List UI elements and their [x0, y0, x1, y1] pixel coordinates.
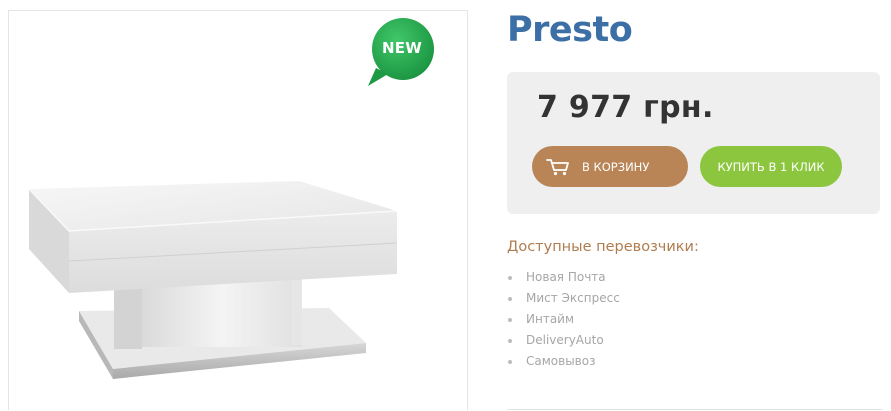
carrier-item: Мист Экспресс	[507, 288, 620, 309]
cart-icon	[546, 158, 569, 175]
add-to-cart-button[interactable]: в корзину	[532, 146, 688, 187]
carriers-list: Новая Почта Мист Экспресс Интайм Deliver…	[507, 267, 620, 372]
carrier-item: Интайм	[507, 309, 620, 330]
carrier-item: DeliveryAuto	[507, 330, 620, 351]
product-title: Presto	[507, 10, 633, 50]
price-box: 7 977 грн. в корзину купить в 1 клик	[507, 72, 880, 214]
product-price: 7 977 грн.	[537, 90, 714, 125]
carriers-title: Доступные перевозчики:	[507, 239, 699, 255]
divider	[507, 409, 882, 410]
buy-one-click-label: купить в 1 клик	[717, 159, 825, 174]
carrier-item: Новая Почта	[507, 267, 620, 288]
add-to-cart-label: в корзину	[582, 159, 650, 174]
carrier-item: Самовывоз	[507, 351, 620, 372]
buy-one-click-button[interactable]: купить в 1 клик	[700, 146, 842, 187]
new-badge-label: NEW	[382, 39, 422, 57]
product-image-card: NEW	[8, 10, 468, 410]
